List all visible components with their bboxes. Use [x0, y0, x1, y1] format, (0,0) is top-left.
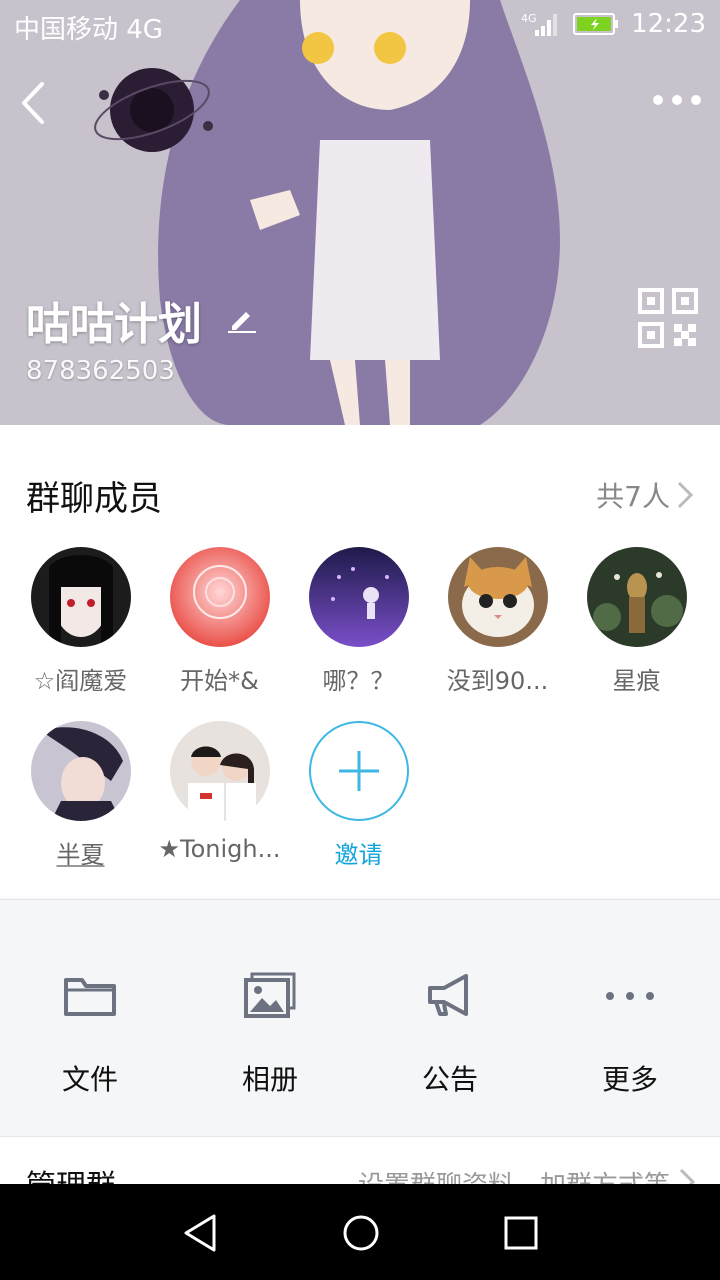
- system-nav-bar: [0, 1184, 720, 1280]
- files-button[interactable]: 文件: [0, 968, 180, 1098]
- invite-label: 邀请: [334, 841, 383, 869]
- members-title: 群聊成员: [26, 479, 162, 519]
- clock: 12:23: [631, 9, 706, 39]
- album-button[interactable]: 相册: [180, 968, 360, 1098]
- plus-icon: [339, 751, 379, 791]
- svg-text:4G: 4G: [521, 12, 537, 25]
- member-name: ★Tonigh...: [158, 835, 281, 863]
- announcement-button[interactable]: 公告: [360, 968, 540, 1098]
- album-icon: [244, 972, 296, 1018]
- member-name: 哪？？: [322, 667, 395, 695]
- quick-actions-section: 文件 相册 公告 更多: [0, 899, 720, 1114]
- member-item[interactable]: ★Tonigh...: [150, 721, 289, 871]
- signal-icon: 4G: [521, 12, 558, 36]
- member-name: 星痕: [612, 667, 661, 695]
- back-icon[interactable]: [14, 78, 54, 128]
- avatar: [170, 547, 270, 647]
- avatar: [309, 547, 409, 647]
- group-header: 中国移动 4G 4G 12:23 咕咕计划 878362503: [0, 0, 720, 425]
- status-bar: 中国移动 4G 4G 12:23: [0, 0, 720, 50]
- member-name: 没到90...: [446, 667, 549, 695]
- folder-icon: [64, 978, 116, 1016]
- avatar: [170, 721, 270, 821]
- more-options-icon[interactable]: [652, 88, 702, 112]
- members-section: 群聊成员 共7人 ☆阎魔爱 开始*& 哪？？ 没到90... 星痕 半夏 ★To…: [0, 425, 720, 898]
- avatar: [587, 547, 687, 647]
- member-item[interactable]: 开始*&: [150, 547, 289, 697]
- nav-home-icon[interactable]: [336, 1208, 386, 1258]
- member-item[interactable]: 半夏: [11, 721, 150, 871]
- megaphone-icon: [428, 974, 468, 1016]
- chevron-right-icon: [677, 481, 694, 509]
- member-name: ☆阎魔爱: [33, 667, 128, 695]
- member-item[interactable]: ☆阎魔爱: [11, 547, 150, 697]
- avatar: [31, 721, 131, 821]
- member-item[interactable]: 哪？？: [289, 547, 428, 697]
- manage-title: 管理群: [26, 1161, 116, 1185]
- nav-back-icon[interactable]: [176, 1208, 226, 1258]
- chevron-right-icon: [679, 1168, 696, 1185]
- more-dots-icon: [606, 992, 654, 1000]
- announcement-label: 公告: [421, 1063, 478, 1096]
- members-count-link[interactable]: 共7人: [596, 475, 694, 515]
- more-button[interactable]: 更多: [540, 968, 720, 1098]
- invite-member-button[interactable]: 邀请: [289, 721, 428, 871]
- qr-code-icon[interactable]: [638, 288, 698, 348]
- member-item[interactable]: 没到90...: [428, 547, 567, 697]
- manage-description: 设置群聊资料、加群方式等: [358, 1165, 670, 1185]
- nav-recents-icon[interactable]: [496, 1208, 546, 1258]
- manage-group-row[interactable]: 管理群 设置群聊资料、加群方式等: [0, 1136, 720, 1185]
- avatar: [31, 547, 131, 647]
- member-name: 半夏: [56, 841, 105, 869]
- add-circle: [309, 721, 409, 821]
- battery-icon: [573, 13, 619, 35]
- member-name: 开始*&: [180, 667, 259, 695]
- files-label: 文件: [61, 1063, 118, 1096]
- more-label: 更多: [601, 1063, 658, 1096]
- members-count-label: 共7人: [596, 480, 670, 513]
- group-id: 878362503: [26, 356, 175, 386]
- edit-name-icon[interactable]: [226, 302, 258, 334]
- carrier-label: 中国移动 4G: [14, 15, 163, 45]
- member-item[interactable]: 星痕: [567, 547, 706, 697]
- avatar: [448, 547, 548, 647]
- album-label: 相册: [241, 1063, 298, 1096]
- group-name: 咕咕计划: [26, 299, 202, 350]
